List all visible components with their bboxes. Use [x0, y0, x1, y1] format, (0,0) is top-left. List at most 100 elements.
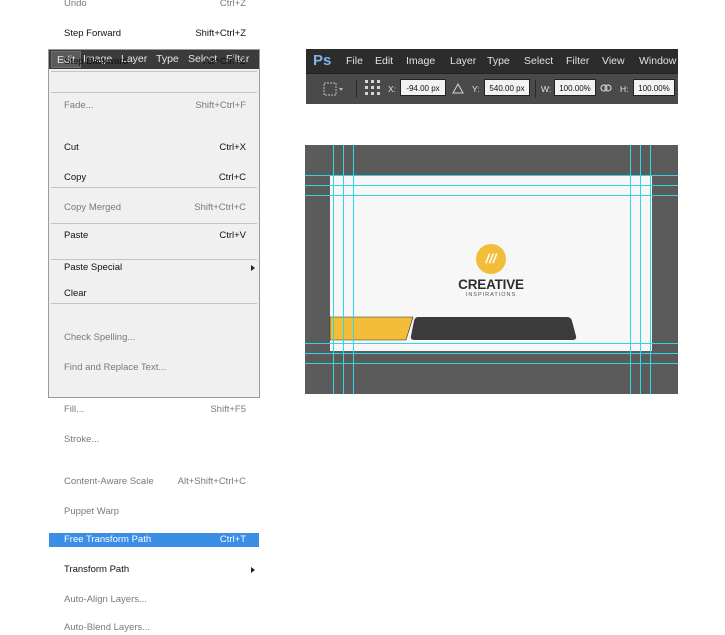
brand-tagline: INSPIRATIONS	[465, 292, 517, 298]
menu-item-shortcut: Ctrl+V	[219, 230, 246, 241]
menu-item-auto-align-layers[interactable]: Auto-Align Layers...	[49, 593, 259, 607]
menu-item-label: Puppet Warp	[64, 506, 120, 517]
menu-item-undo[interactable]: Undo Ctrl+Z	[49, 0, 259, 11]
vertical-guide[interactable]	[640, 145, 641, 394]
menu-item-shortcut: Shift+F5	[210, 404, 246, 415]
menu-item-stroke[interactable]: Stroke...	[49, 433, 259, 447]
menu-item-paste-special[interactable]: Paste Special	[49, 261, 259, 275]
menu-item-shortcut: Shift+Ctrl+F	[195, 100, 246, 111]
menu-select[interactable]: Select	[524, 55, 553, 67]
menu-item-label: Auto-Align Layers...	[64, 594, 147, 605]
menu-item-fade[interactable]: Fade... Shift+Ctrl+F	[49, 99, 259, 113]
menu-item-label: Free Transform Path	[64, 534, 152, 545]
y-position-input[interactable]: 540.00 px	[484, 79, 530, 96]
width-input[interactable]: 100.00%	[554, 79, 596, 96]
menu-item-copy-merged[interactable]: Copy Merged Shift+Ctrl+C	[49, 201, 259, 215]
menu-item-label: Stroke...	[64, 434, 100, 445]
photoshop-logo: Ps	[313, 52, 332, 69]
horizontal-guide[interactable]	[305, 363, 678, 364]
menu-image[interactable]: Image	[406, 55, 435, 67]
vertical-guide[interactable]	[333, 145, 334, 394]
vertical-guide[interactable]	[353, 145, 354, 394]
menu-item-label: Content-Aware Scale	[64, 476, 154, 487]
menu-item-label: Paste Special	[64, 262, 123, 273]
menu-window[interactable]: Window	[639, 55, 676, 67]
height-input[interactable]: 100.00%	[633, 79, 675, 96]
horizontal-guide[interactable]	[305, 353, 678, 354]
menu-item-label: Transform Path	[64, 564, 130, 575]
horizontal-guide[interactable]	[305, 175, 678, 176]
menu-item-label: Auto-Blend Layers...	[64, 622, 151, 633]
menu-item-fill[interactable]: Fill... Shift+F5	[49, 403, 259, 417]
logo-circle: ///	[476, 244, 506, 274]
menu-separator	[51, 187, 257, 188]
horizontal-guide[interactable]	[305, 195, 678, 196]
menu-item-label: Step Backward	[64, 56, 128, 67]
x-label: X:	[388, 84, 397, 94]
x-position-input[interactable]: -94.00 px	[400, 79, 446, 96]
menu-item-copy[interactable]: Copy Ctrl+C	[49, 171, 259, 185]
menu-item-label: Fill...	[64, 404, 85, 415]
menu-item-shortcut: Alt+Ctrl+Z	[203, 56, 246, 67]
logo-mark: ///	[485, 251, 497, 266]
menu-item-shortcut: Ctrl+X	[219, 142, 246, 153]
menu-separator	[51, 71, 257, 72]
menu-item-label: Copy Merged	[64, 202, 122, 213]
menu-item-shortcut: Alt+Shift+Ctrl+C	[177, 476, 246, 487]
menu-item-shortcut: Ctrl+C	[218, 172, 246, 183]
menu-item-shortcut: Shift+Ctrl+Z	[195, 28, 246, 39]
link-icon[interactable]	[600, 83, 612, 93]
app-top-bar: Ps File Edit Image Layer Type Select Fil…	[306, 49, 678, 104]
w-label: W:	[541, 84, 552, 94]
menu-item-label: Copy	[64, 172, 87, 183]
reference-point-icon[interactable]	[364, 79, 382, 97]
menu-item-label: Fade...	[64, 100, 94, 111]
menu-item-free-transform-path[interactable]: Free Transform Path Ctrl+T	[49, 533, 259, 547]
menu-type[interactable]: Type	[487, 55, 510, 67]
menu-file[interactable]: File	[346, 55, 363, 67]
menu-separator	[51, 303, 257, 304]
options-bar: X: -94.00 px Y: 540.00 px W: 100.00% H: …	[306, 73, 678, 104]
menu-item-label: Paste	[64, 230, 89, 241]
menu-item-content-aware-scale[interactable]: Content-Aware Scale Alt+Shift+Ctrl+C	[49, 475, 259, 489]
y-label: Y:	[472, 84, 480, 94]
menu-view[interactable]: View	[602, 55, 625, 67]
vertical-guide[interactable]	[343, 145, 344, 394]
horizontal-guide[interactable]	[305, 343, 678, 344]
menu-item-label: Cut	[64, 142, 79, 153]
submenu-arrow-icon	[251, 567, 255, 573]
menu-item-auto-blend-layers[interactable]: Auto-Blend Layers...	[49, 621, 259, 635]
menu-item-find-and-replace-text[interactable]: Find and Replace Text...	[49, 361, 259, 375]
menu-layer[interactable]: Layer	[450, 55, 476, 67]
menu-filter[interactable]: Filter	[566, 55, 589, 67]
menu-item-puppet-warp[interactable]: Puppet Warp	[49, 505, 259, 519]
menu-item-label: Clear	[64, 288, 87, 299]
edit-menu-dropdown: Edit Image Layer Type Select Filter Undo…	[48, 0, 260, 633]
relative-position-icon[interactable]	[452, 83, 464, 94]
divider	[356, 80, 357, 98]
menu-item-shortcut: Ctrl+T	[219, 534, 246, 545]
submenu-arrow-icon	[251, 265, 255, 271]
transform-tool-icon[interactable]	[322, 81, 346, 97]
menu-item-transform-path[interactable]: Transform Path	[49, 563, 259, 577]
menu-item-shortcut: Ctrl+Z	[219, 0, 246, 9]
menu-separator	[51, 259, 257, 260]
menu-item-clear[interactable]: Clear	[49, 287, 259, 301]
menu-item-label: Check Spelling...	[64, 332, 136, 343]
vertical-guide[interactable]	[630, 145, 631, 394]
menu-item-step-forward[interactable]: Step Forward Shift+Ctrl+Z	[49, 27, 259, 41]
menu-item-label: Step Forward	[64, 28, 122, 39]
menu-item-cut[interactable]: Cut Ctrl+X	[49, 141, 259, 155]
app-menu-bar: Ps File Edit Image Layer Type Select Fil…	[306, 49, 678, 73]
horizontal-guide[interactable]	[305, 185, 678, 186]
menu-edit[interactable]: Edit	[375, 55, 393, 67]
dark-rounded-shape	[410, 317, 577, 340]
menu-item-check-spelling[interactable]: Check Spelling...	[49, 331, 259, 345]
menu-item-step-backward[interactable]: Step Backward Alt+Ctrl+Z	[49, 55, 259, 69]
menu-item-paste[interactable]: Paste Ctrl+V	[49, 229, 259, 243]
menu-separator	[51, 223, 257, 224]
vertical-guide[interactable]	[650, 145, 651, 394]
canvas-area[interactable]: /// CREATIVE INSPIRATIONS	[305, 145, 678, 394]
menu-separator	[51, 92, 257, 93]
h-label: H:	[620, 84, 629, 94]
